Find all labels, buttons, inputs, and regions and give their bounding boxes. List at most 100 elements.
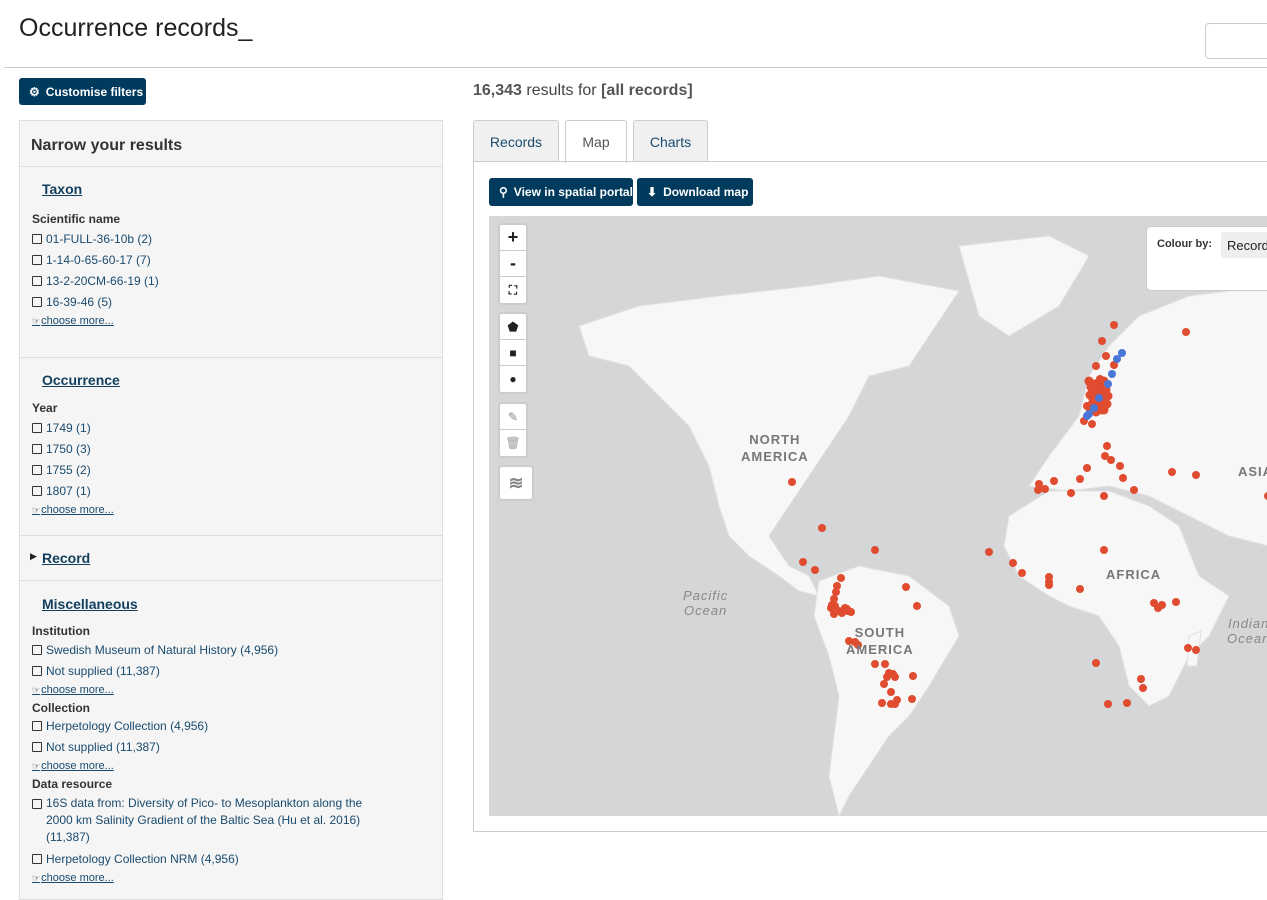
fullscreen-icon[interactable]: ⛶ (500, 277, 526, 303)
view-in-spatial-portal-button[interactable]: ⚲ View in spatial portal (489, 178, 633, 206)
checkbox[interactable] (32, 233, 42, 244)
map-label-south-america: SOUTH AMERICA (846, 625, 914, 657)
tab-map[interactable]: Map (565, 120, 627, 163)
occurrence-point (1018, 569, 1026, 577)
choose-more-link[interactable]: ☞ choose more... (32, 681, 442, 699)
occurrence-point (844, 607, 852, 615)
facet-label-collection: Collection (32, 701, 91, 715)
checkbox[interactable] (32, 485, 42, 496)
occurrence-point (1102, 352, 1110, 360)
occurrence-point (1184, 644, 1192, 652)
facet-item[interactable]: 1-14-0-65-60-17 (7) (32, 249, 442, 270)
occurrence-point (1096, 405, 1106, 415)
facet-item[interactable]: 16S data from: Diversity of Pico- to Mes… (32, 795, 382, 846)
zoom-out-button[interactable]: - (500, 251, 526, 277)
facet-item[interactable]: Herpetology Collection (4,956) (32, 715, 442, 736)
checkbox[interactable] (32, 443, 42, 454)
choose-more-link[interactable]: ☞ choose more... (32, 312, 442, 330)
facet-label-institution: Institution (32, 624, 90, 638)
tab-charts[interactable]: Charts (633, 120, 708, 162)
occurrence-point (883, 673, 891, 681)
occurrence-point (1034, 486, 1042, 494)
hand-pointer-icon: ☞ (32, 504, 41, 515)
facet-item[interactable]: Not supplied (11,387) (32, 660, 442, 681)
occurrence-point (1107, 456, 1115, 464)
occurrence-point (1154, 604, 1162, 612)
checkbox[interactable] (32, 799, 42, 809)
download-icon: ⬇ (647, 185, 658, 199)
facet-item[interactable]: Swedish Museum of Natural History (4,956… (32, 639, 442, 660)
occurrence-point (1103, 442, 1111, 450)
choose-more-link[interactable]: ☞ choose more... (32, 501, 442, 519)
rectangle-icon[interactable]: ■ (500, 340, 526, 366)
map-label-indian-ocean: Indian Ocean (1227, 616, 1267, 646)
facet-panel: Narrow your results Taxon Scientific nam… (19, 120, 443, 900)
facet-item[interactable]: 1755 (2) (32, 459, 442, 480)
checkbox[interactable] (32, 853, 42, 864)
checkbox[interactable] (32, 254, 42, 265)
caret-right-icon: ▶ (30, 551, 37, 561)
zoom-in-button[interactable]: + (500, 225, 526, 251)
section-title-taxon[interactable]: Taxon (32, 181, 442, 197)
occurrence-point (1192, 646, 1200, 654)
occurrence-point (1104, 700, 1112, 708)
occurrence-point (1139, 684, 1147, 692)
occurrence-point-secondary (1104, 380, 1112, 388)
checkbox[interactable] (32, 275, 42, 286)
occurrence-point (878, 699, 886, 707)
map-canvas[interactable] (489, 216, 1267, 816)
facet-label-year: Year (32, 401, 58, 415)
occurrence-point (788, 478, 796, 486)
occurrence-point (1041, 485, 1049, 493)
facet-item[interactable]: 1750 (3) (32, 438, 442, 459)
colour-by-select[interactable]: Record (1221, 232, 1267, 258)
section-record: ▶ Record (20, 536, 442, 581)
occurrence-point (1110, 321, 1118, 329)
circle-icon[interactable]: ● (500, 366, 526, 392)
checkbox[interactable] (32, 665, 42, 676)
occurrence-point (1088, 420, 1096, 428)
header-divider (4, 67, 1267, 68)
edit-icon[interactable]: ✎ (500, 404, 526, 430)
tab-records[interactable]: Records (473, 120, 559, 162)
occurrence-point (1192, 471, 1200, 479)
section-title-occurrence[interactable]: Occurrence (32, 358, 442, 388)
facet-item[interactable]: Herpetology Collection NRM (4,956) (32, 848, 442, 869)
facet-item[interactable]: 01-FULL-36-10b (2) (32, 228, 442, 249)
page-title: Occurrence records_ (19, 14, 253, 42)
occurrence-map[interactable]: NORTHAMERICA SOUTHAMERICA AFRICA ASIA Pa… (489, 216, 1267, 816)
occurrence-point (1045, 578, 1053, 586)
checkbox[interactable] (32, 644, 42, 655)
occurrence-point (871, 660, 879, 668)
occurrence-point (1067, 489, 1075, 497)
checkbox[interactable] (32, 296, 42, 307)
facet-item[interactable]: 1807 (1) (32, 480, 442, 501)
section-taxon: Taxon Scientific name 01-FULL-36-10b (2)… (20, 181, 442, 358)
facet-item[interactable]: 13-2-20CM-66-19 (1) (32, 270, 442, 291)
checkbox[interactable] (32, 741, 42, 752)
trash-icon[interactable]: 🗑 (500, 430, 526, 456)
choose-more-link[interactable]: ☞ choose more... (32, 757, 442, 775)
facet-item[interactable]: 16-39-46 (5) (32, 291, 442, 312)
customise-filters-button[interactable]: ⚙ Customise filters (19, 78, 146, 105)
checkbox[interactable] (32, 422, 42, 433)
section-title-miscellaneous[interactable]: Miscellaneous (32, 581, 442, 612)
facet-item[interactable]: Not supplied (11,387) (32, 736, 442, 757)
edit-control: ✎ 🗑 (498, 402, 528, 458)
map-label-africa: AFRICA (1106, 567, 1162, 582)
occurrence-point (985, 548, 993, 556)
occurrence-point (1119, 474, 1127, 482)
section-title-record[interactable]: Record (32, 536, 442, 566)
layers-icon[interactable]: ≋ (500, 467, 532, 499)
download-map-button[interactable]: ⬇ Download map (637, 178, 753, 206)
occurrence-point (1009, 559, 1017, 567)
occurrence-point (887, 688, 895, 696)
occurrence-point (1092, 362, 1100, 370)
checkbox[interactable] (32, 720, 42, 731)
choose-more-link[interactable]: ☞ choose more... (32, 869, 442, 887)
checkbox[interactable] (32, 464, 42, 475)
search-input[interactable] (1205, 23, 1267, 59)
polygon-icon[interactable]: ⬟ (500, 314, 526, 340)
facet-item[interactable]: 1749 (1) (32, 417, 442, 438)
occurrence-point (1098, 337, 1106, 345)
